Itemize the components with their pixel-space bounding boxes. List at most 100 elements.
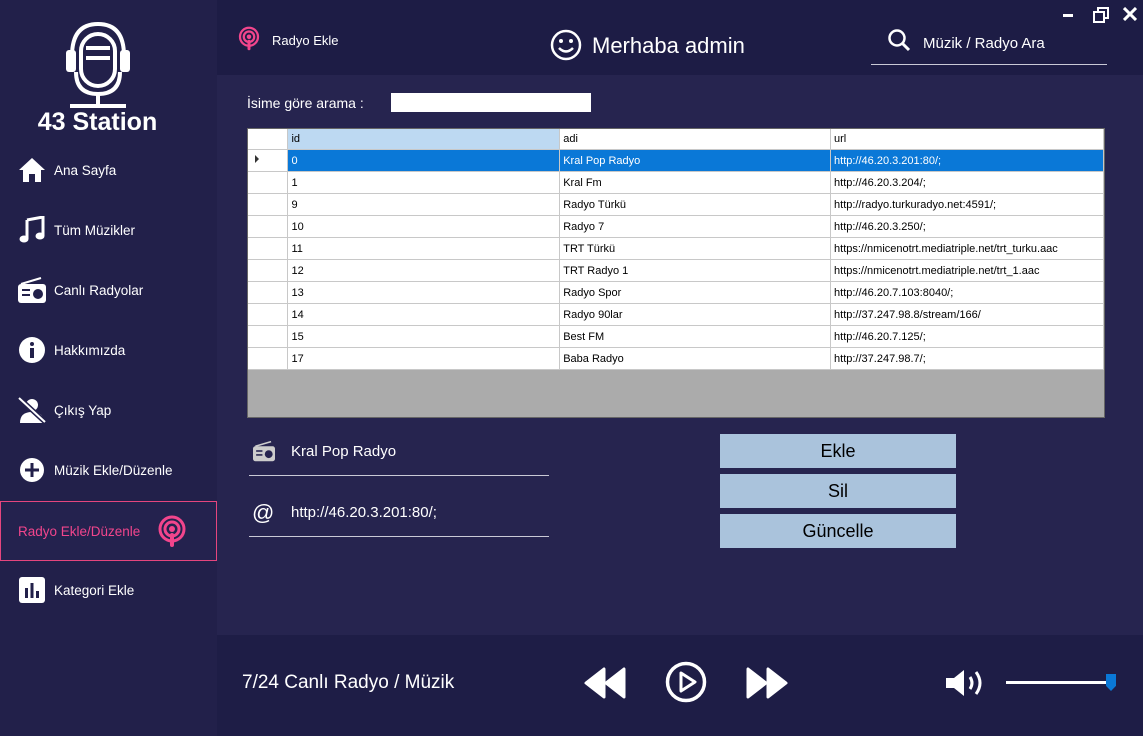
table-cell[interactable]: 0 <box>287 149 561 172</box>
table-cell[interactable]: 1 <box>287 171 561 194</box>
table-cell[interactable]: http://46.20.3.201:80/; <box>830 149 1104 172</box>
radio-table[interactable]: id adi url 0 Kral Pop Radyo http://46.20.3… <box>247 128 1105 418</box>
radio-url-underline <box>249 536 549 537</box>
search-box[interactable]: Müzik / Radyo Ara <box>871 24 1107 65</box>
table-cell[interactable]: Kral Fm <box>559 171 832 194</box>
table-cell[interactable]: TRT Türkü <box>559 237 832 260</box>
search-input[interactable]: Müzik / Radyo Ara <box>923 35 1045 52</box>
table-cell[interactable]: 13 <box>287 281 561 304</box>
minimize-button[interactable] <box>1063 14 1073 17</box>
table-cell[interactable]: 14 <box>287 303 561 326</box>
table-row[interactable]: 0 Kral Pop Radyo http://46.20.3.201:80/; <box>248 149 1104 172</box>
play-icon[interactable] <box>665 661 707 708</box>
table-row[interactable]: 14 Radyo 90lar http://37.247.98.8/stream/1… <box>248 303 1104 326</box>
sidebar-item-hakkimizda[interactable]: Hakkımızda <box>0 320 217 380</box>
sidebar-item-label: Ana Sayfa <box>54 162 117 178</box>
table-cell[interactable]: http://46.20.7.125/; <box>830 325 1104 348</box>
table-row[interactable]: 1 Kral Fm http://46.20.3.204/; <box>248 171 1104 194</box>
radio-url-field[interactable]: http://46.20.3.201:80/; <box>291 504 437 521</box>
sidebar-item-kategori-ekle[interactable]: Kategori Ekle <box>0 560 217 620</box>
podcast-icon <box>237 26 261 57</box>
table-cell[interactable]: 15 <box>287 325 561 348</box>
volume-slider[interactable] <box>1006 670 1118 691</box>
row-header[interactable] <box>248 193 289 216</box>
close-button[interactable] <box>1122 6 1138 26</box>
table-cell[interactable]: Baba Radyo <box>559 347 832 370</box>
sidebar-item-radyo-ekle[interactable]: Radyo Ekle/Düzenle <box>0 501 217 561</box>
row-header[interactable] <box>248 149 289 172</box>
update-button[interactable]: Güncelle <box>720 514 956 548</box>
table-cell[interactable]: 9 <box>287 193 561 216</box>
row-header[interactable] <box>248 347 289 370</box>
greeting: Merhaba admin <box>592 33 745 58</box>
sidebar-item-canli-radyolar[interactable]: Canlı Radyolar <box>0 260 217 320</box>
row-header-corner <box>248 129 289 150</box>
table-cell[interactable]: https://nmicenotrt.mediatriple.net/trt_1… <box>830 259 1104 282</box>
table-row[interactable]: 17 Baba Radyo http://37.247.98.7/; <box>248 347 1104 370</box>
table-cell[interactable]: Radyo Spor <box>559 281 832 304</box>
table-cell[interactable]: Best FM <box>559 325 832 348</box>
at-sign-icon: @ <box>252 500 275 525</box>
radio-icon <box>16 275 48 305</box>
column-header-id[interactable]: id <box>287 129 561 150</box>
sidebar-item-muzik-ekle[interactable]: Müzik Ekle/Düzenle <box>0 440 217 500</box>
section-label: Radyo Ekle <box>272 33 339 48</box>
music-note-icon <box>16 215 48 245</box>
row-header[interactable] <box>248 281 289 304</box>
table-row[interactable]: 10 Radyo 7 http://46.20.3.250/; <box>248 215 1104 238</box>
radio-name-underline <box>249 475 549 476</box>
volume-thumb[interactable] <box>1106 674 1116 691</box>
info-icon <box>16 335 48 365</box>
table-cell[interactable]: Kral Pop Radyo <box>559 149 832 172</box>
row-header[interactable] <box>248 237 289 260</box>
user-off-icon <box>16 395 48 425</box>
row-header[interactable] <box>248 171 289 194</box>
table-row[interactable]: 11 TRT Türkü https://nmicenotrt.mediatripl… <box>248 237 1104 260</box>
table-row[interactable]: 12 TRT Radyo 1 https://nmicenotrt.mediatri… <box>248 259 1104 282</box>
radio-name-field[interactable]: Kral Pop Radyo <box>291 443 396 460</box>
table-row[interactable]: 13 Radyo Spor http://46.20.7.103:8040/; <box>248 281 1104 304</box>
home-icon <box>16 155 48 185</box>
table-row[interactable]: 9 Radyo Türkü http://radyo.turkuradyo.net:… <box>248 193 1104 216</box>
podcast-icon <box>156 515 188 547</box>
add-button[interactable]: Ekle <box>720 434 956 468</box>
table-cell[interactable]: http://46.20.3.204/; <box>830 171 1104 194</box>
player-tagline: 7/24 Canlı Radyo / Müzik <box>242 672 455 693</box>
sidebar-item-cikis-yap[interactable]: Çıkış Yap <box>0 380 217 440</box>
table-cell[interactable]: 10 <box>287 215 561 238</box>
table-cell[interactable]: 12 <box>287 259 561 282</box>
delete-button[interactable]: Sil <box>720 474 956 508</box>
table-cell[interactable]: TRT Radyo 1 <box>559 259 832 282</box>
fast-forward-icon[interactable] <box>746 667 788 704</box>
row-header[interactable] <box>248 259 289 282</box>
table-cell[interactable]: Radyo Türkü <box>559 193 832 216</box>
table-cell[interactable]: Radyo 7 <box>559 215 832 238</box>
table-cell[interactable]: http://37.247.98.8/stream/166/ <box>830 303 1104 326</box>
sidebar-item-ana-sayfa[interactable]: Ana Sayfa <box>0 140 217 200</box>
column-header-adi[interactable]: adi <box>559 129 832 150</box>
sidebar-item-tum-muzikler[interactable]: Tüm Müzikler <box>0 200 217 260</box>
table-cell[interactable]: http://46.20.3.250/; <box>830 215 1104 238</box>
data-grid[interactable]: id adi url 0 Kral Pop Radyo http://46.20.3… <box>248 129 1104 370</box>
filter-input[interactable] <box>391 93 591 112</box>
table-row[interactable]: 15 Best FM http://46.20.7.125/; <box>248 325 1104 348</box>
table-cell[interactable]: http://46.20.7.103:8040/; <box>830 281 1104 304</box>
column-header-url[interactable]: url <box>830 129 1104 150</box>
table-cell[interactable]: https://nmicenotrt.mediatriple.net/trt_t… <box>830 237 1104 260</box>
table-cell[interactable]: Radyo 90lar <box>559 303 832 326</box>
row-header[interactable] <box>248 303 289 326</box>
row-header[interactable] <box>248 215 289 238</box>
table-cell[interactable]: http://radyo.turkuradyo.net:4591/; <box>830 193 1104 216</box>
volume-track <box>1006 681 1114 684</box>
table-cell[interactable]: 11 <box>287 237 561 260</box>
app-title: 43 Station <box>37 108 158 136</box>
bar-chart-icon <box>16 575 48 605</box>
radio-icon <box>252 440 276 467</box>
table-cell[interactable]: http://37.247.98.7/; <box>830 347 1104 370</box>
volume-icon[interactable] <box>944 667 990 704</box>
table-cell[interactable]: 17 <box>287 347 561 370</box>
restore-button[interactable] <box>1093 7 1109 28</box>
row-header[interactable] <box>248 325 289 348</box>
rewind-icon[interactable] <box>584 667 626 704</box>
search-icon[interactable] <box>887 28 911 57</box>
